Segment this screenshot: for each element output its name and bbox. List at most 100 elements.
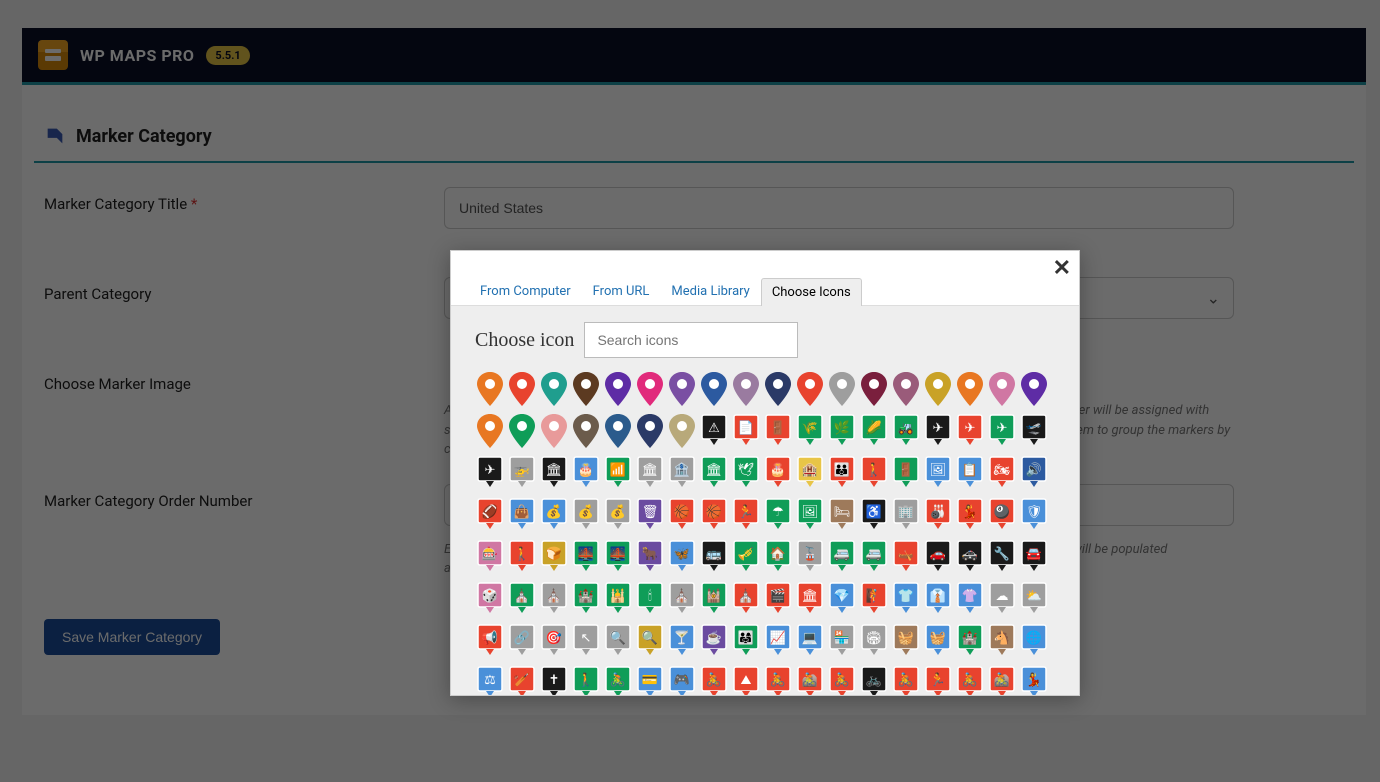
marker-square-icon[interactable]: 🍸 xyxy=(667,624,697,660)
marker-square-icon[interactable]: ✝ xyxy=(539,666,569,696)
marker-pin-icon[interactable] xyxy=(635,414,665,450)
tab-from-url[interactable]: From URL xyxy=(582,277,661,305)
marker-square-icon[interactable]: 🌾 xyxy=(795,414,825,450)
marker-square-icon[interactable]: 🏃 xyxy=(731,498,761,534)
marker-square-icon[interactable]: ⛪ xyxy=(667,582,697,618)
marker-square-icon[interactable]: 🌐 xyxy=(1019,624,1049,660)
marker-square-icon[interactable]: 👚 xyxy=(955,582,985,618)
marker-square-icon[interactable]: 💎 xyxy=(827,582,857,618)
marker-square-icon[interactable]: ✈ xyxy=(955,414,985,450)
marker-square-icon[interactable]: 🔍 xyxy=(603,624,633,660)
marker-square-icon[interactable]: 🏍 xyxy=(987,456,1017,492)
marker-square-icon[interactable]: 👕 xyxy=(891,582,921,618)
marker-square-icon[interactable]: 🕌 xyxy=(603,582,633,618)
marker-square-icon[interactable]: ↖ xyxy=(571,624,601,660)
marker-square-icon[interactable]: 🏈 xyxy=(475,498,505,534)
marker-square-icon[interactable]: ♿ xyxy=(859,498,889,534)
marker-square-icon[interactable]: 🎲 xyxy=(475,582,505,618)
marker-square-icon[interactable]: 🎰 xyxy=(475,540,505,576)
marker-square-icon[interactable]: 🚌 xyxy=(699,540,729,576)
marker-square-icon[interactable]: ✈ xyxy=(475,456,505,492)
marker-square-icon[interactable]: ⛪ xyxy=(507,582,537,618)
marker-square-icon[interactable]: 🎮 xyxy=(667,666,697,696)
marker-square-icon[interactable]: 🖼 xyxy=(795,498,825,534)
marker-square-icon[interactable]: ⛰ xyxy=(731,666,761,696)
marker-square-icon[interactable]: 💳 xyxy=(635,666,665,696)
marker-square-icon[interactable]: 🎺 xyxy=(731,540,761,576)
marker-square-icon[interactable]: 🏰 xyxy=(955,624,985,660)
marker-pin-icon[interactable] xyxy=(891,372,921,408)
tab-media-library[interactable]: Media Library xyxy=(660,277,760,305)
marker-pin-icon[interactable] xyxy=(603,414,633,450)
marker-square-icon[interactable]: 🏠 xyxy=(763,540,793,576)
marker-square-icon[interactable]: ☁ xyxy=(987,582,1017,618)
marker-square-icon[interactable]: ⛪ xyxy=(539,582,569,618)
marker-square-icon[interactable]: 🚶 xyxy=(507,540,537,576)
marker-square-icon[interactable]: 🏀 xyxy=(667,498,697,534)
marker-square-icon[interactable]: 🕊 xyxy=(731,456,761,492)
marker-square-icon[interactable]: 💰 xyxy=(603,498,633,534)
marker-square-icon[interactable]: ⛅ xyxy=(1019,582,1049,618)
marker-square-icon[interactable]: ☕ xyxy=(699,624,729,660)
marker-square-icon[interactable]: 🗑 xyxy=(635,498,665,534)
marker-square-icon[interactable]: 🚴 xyxy=(827,666,857,696)
marker-pin-icon[interactable] xyxy=(507,414,537,450)
marker-square-icon[interactable]: 🧺 xyxy=(891,624,921,660)
marker-square-icon[interactable]: 🔗 xyxy=(507,624,537,660)
marker-square-icon[interactable]: 🏰 xyxy=(571,582,601,618)
marker-pin-icon[interactable] xyxy=(859,372,889,408)
marker-pin-icon[interactable] xyxy=(571,372,601,408)
marker-square-icon[interactable]: 🚴 xyxy=(891,666,921,696)
marker-square-icon[interactable]: 🐂 xyxy=(635,540,665,576)
marker-square-icon[interactable]: 🚴 xyxy=(603,666,633,696)
marker-square-icon[interactable]: 🏢 xyxy=(891,498,921,534)
marker-square-icon[interactable]: 🕍 xyxy=(699,582,729,618)
marker-square-icon[interactable]: 🏦 xyxy=(667,456,697,492)
marker-square-icon[interactable]: 🛡 xyxy=(1019,498,1049,534)
marker-square-icon[interactable]: 🏪 xyxy=(827,624,857,660)
marker-square-icon[interactable]: 🚵 xyxy=(795,666,825,696)
marker-square-icon[interactable]: 🚴 xyxy=(955,666,985,696)
marker-square-icon[interactable]: ⚠ xyxy=(699,414,729,450)
marker-square-icon[interactable]: 👔 xyxy=(923,582,953,618)
marker-pin-icon[interactable] xyxy=(1019,372,1049,408)
close-icon[interactable]: ✕ xyxy=(1053,255,1071,281)
marker-square-icon[interactable]: 👨‍👩‍👧 xyxy=(731,624,761,660)
marker-square-icon[interactable]: 💃 xyxy=(955,498,985,534)
marker-square-icon[interactable]: 🧗 xyxy=(859,582,889,618)
marker-pin-icon[interactable] xyxy=(603,372,633,408)
marker-square-icon[interactable]: 🌉 xyxy=(571,540,601,576)
marker-square-icon[interactable]: 🛶 xyxy=(891,540,921,576)
marker-square-icon[interactable]: 🔧 xyxy=(987,540,1017,576)
marker-pin-icon[interactable] xyxy=(987,372,1017,408)
marker-square-icon[interactable]: 🏛 xyxy=(635,456,665,492)
marker-square-icon[interactable]: 💃 xyxy=(1019,666,1049,696)
marker-square-icon[interactable]: ✈ xyxy=(923,414,953,450)
marker-pin-icon[interactable] xyxy=(635,372,665,408)
marker-square-icon[interactable]: 🚡 xyxy=(795,540,825,576)
marker-square-icon[interactable]: 🖼 xyxy=(923,456,953,492)
marker-square-icon[interactable]: 🎬 xyxy=(763,582,793,618)
marker-square-icon[interactable]: 🔍 xyxy=(635,624,665,660)
tab-choose-icons[interactable]: Choose Icons xyxy=(761,278,862,306)
marker-pin-icon[interactable] xyxy=(955,372,985,408)
marker-square-icon[interactable]: 🦋 xyxy=(667,540,697,576)
marker-pin-icon[interactable] xyxy=(923,372,953,408)
marker-square-icon[interactable]: 🚁 xyxy=(507,456,537,492)
marker-square-icon[interactable]: 🚗 xyxy=(923,540,953,576)
marker-square-icon[interactable]: 🎯 xyxy=(539,624,569,660)
marker-square-icon[interactable]: 🏛 xyxy=(795,582,825,618)
marker-square-icon[interactable]: 📈 xyxy=(763,624,793,660)
marker-square-icon[interactable]: 🌽 xyxy=(859,414,889,450)
marker-square-icon[interactable]: 🚘 xyxy=(1019,540,1049,576)
marker-square-icon[interactable]: 🚐 xyxy=(827,540,857,576)
marker-square-icon[interactable]: 🏛 xyxy=(699,456,729,492)
marker-square-icon[interactable]: 📋 xyxy=(955,456,985,492)
marker-square-icon[interactable]: ⛪ xyxy=(731,582,761,618)
marker-square-icon[interactable]: 🚶 xyxy=(571,666,601,696)
marker-square-icon[interactable]: 🐴 xyxy=(987,624,1017,660)
marker-square-icon[interactable]: 🎂 xyxy=(763,456,793,492)
marker-pin-icon[interactable] xyxy=(539,414,569,450)
marker-square-icon[interactable]: 🕯 xyxy=(635,582,665,618)
marker-square-icon[interactable]: ✈ xyxy=(987,414,1017,450)
